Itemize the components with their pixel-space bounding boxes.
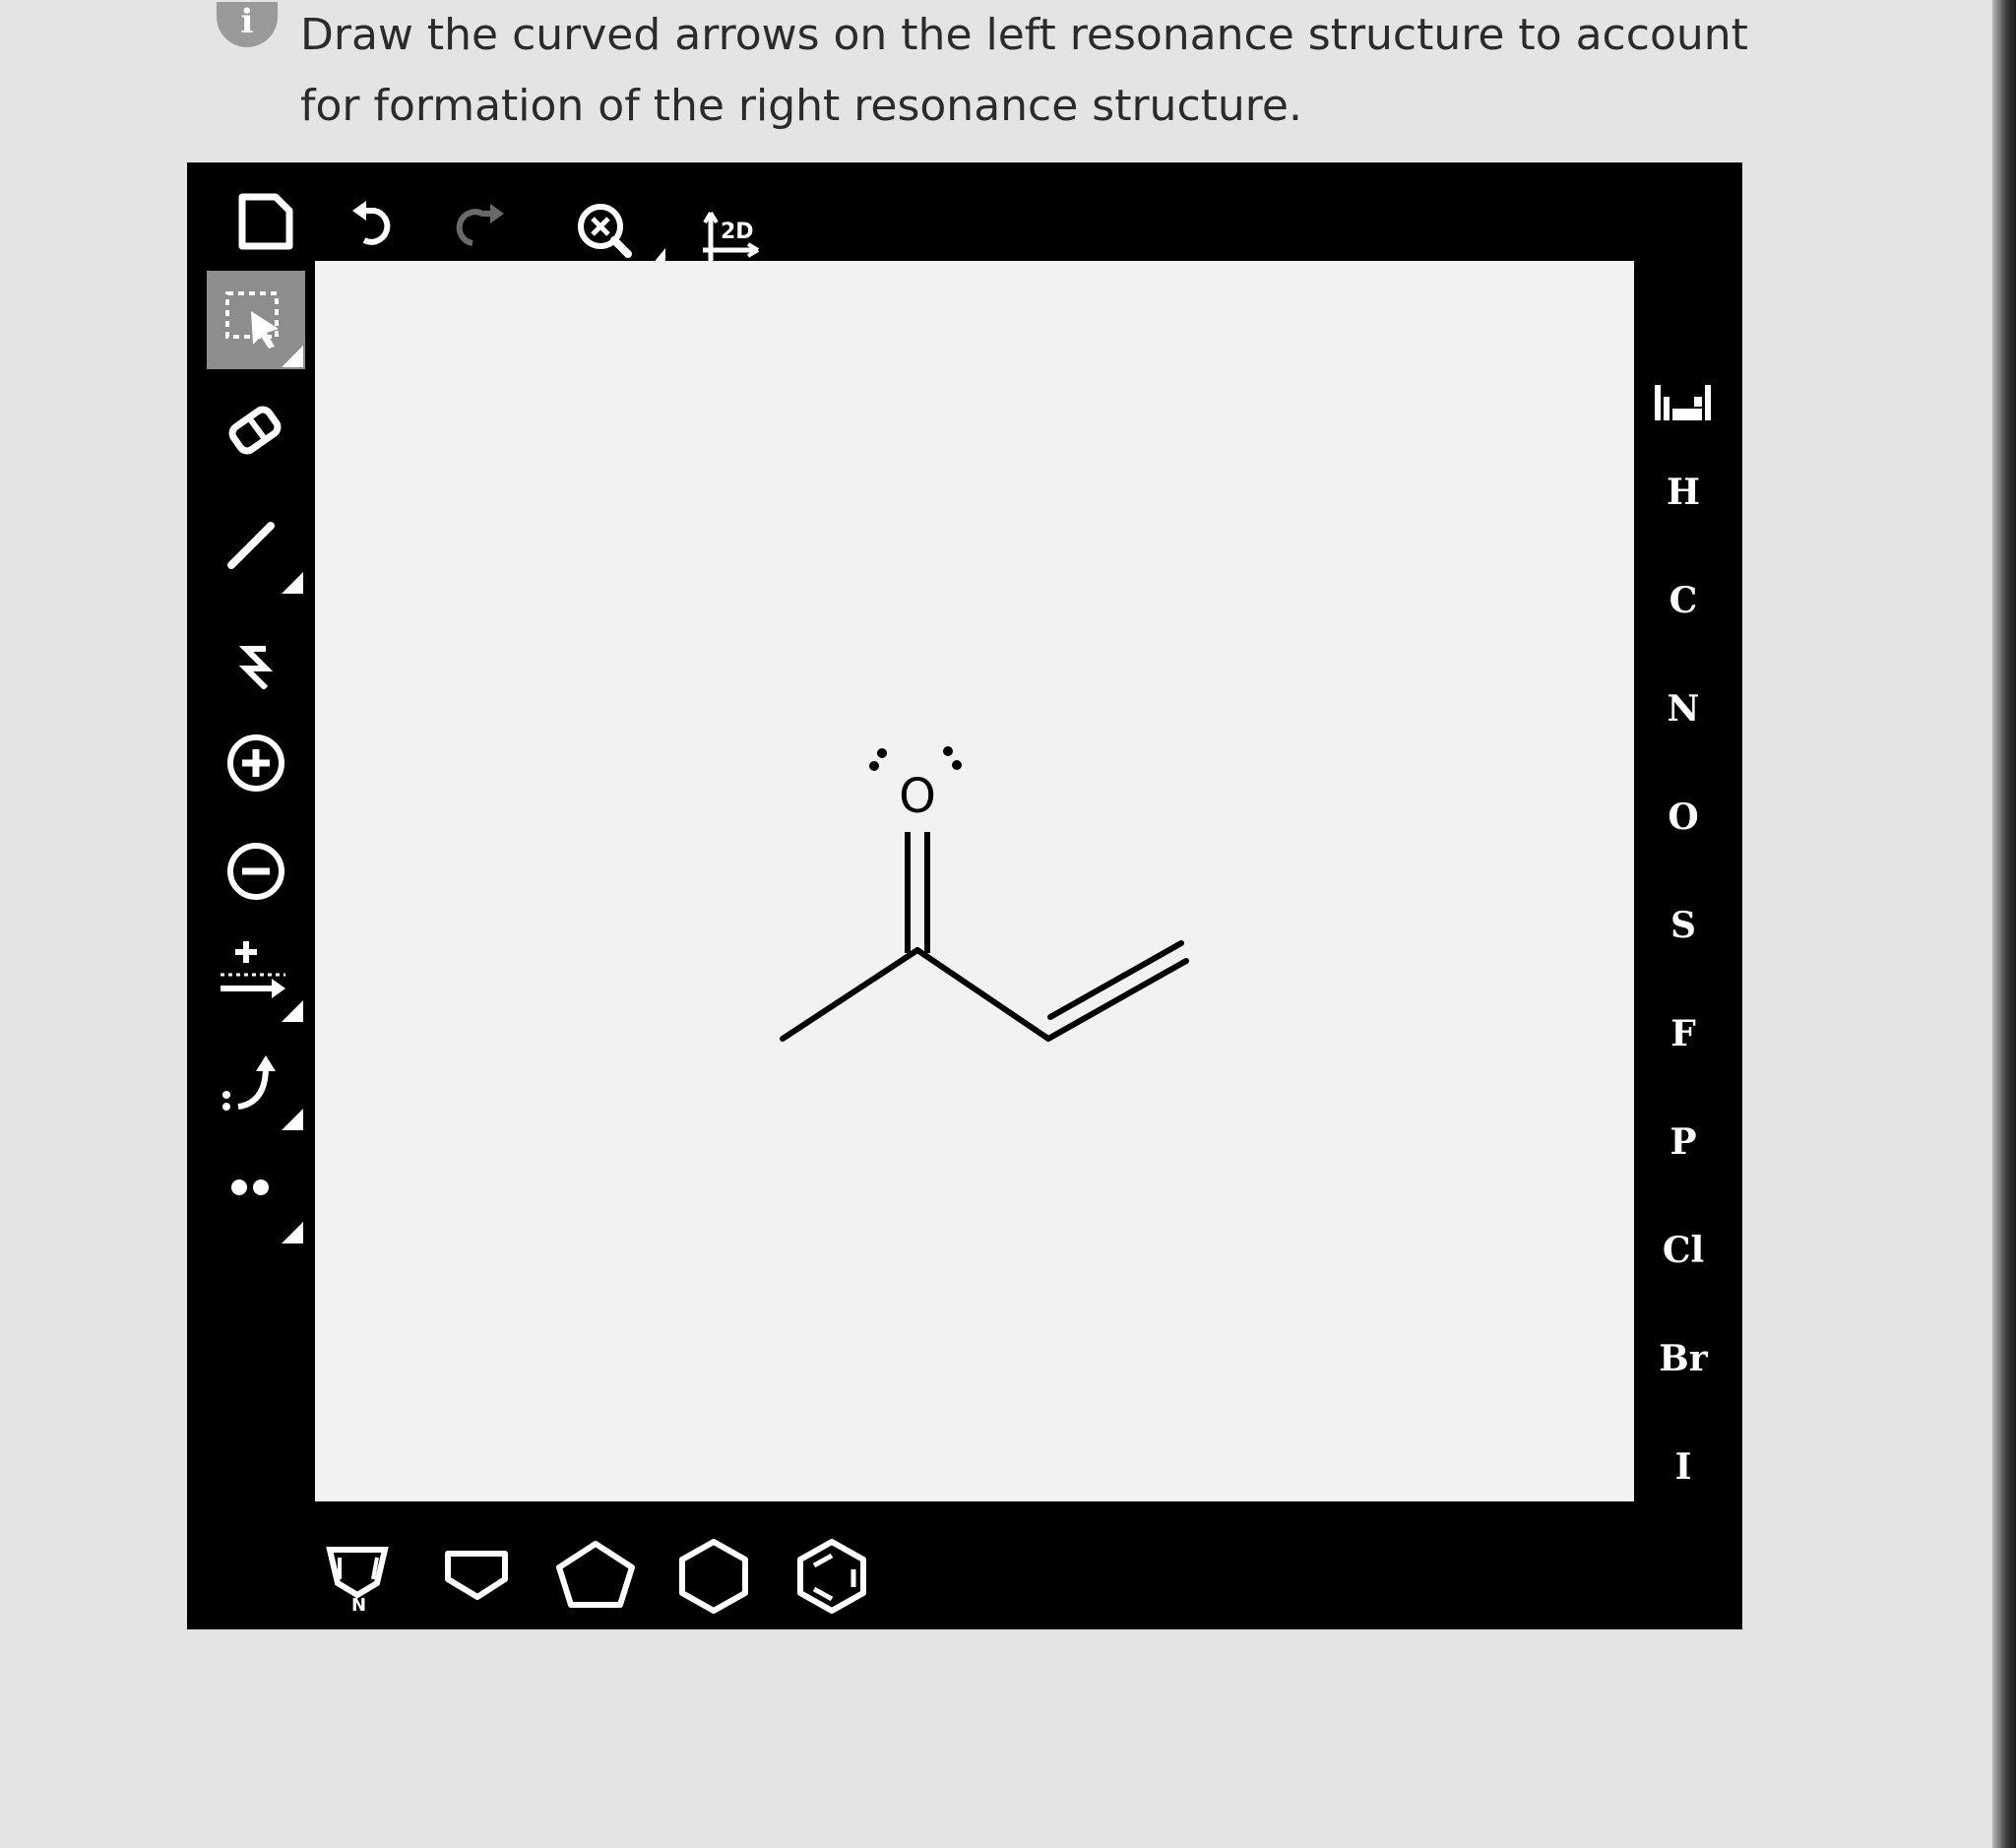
- negative-charge-icon[interactable]: [207, 822, 305, 921]
- bond-icon[interactable]: [207, 497, 305, 596]
- element-I-button[interactable]: I: [1644, 1423, 1723, 1511]
- molecule-structure: O: [780, 746, 1189, 1042]
- structure-editor: 2D O H C N O S F P Cl Br I N: [187, 162, 1742, 1629]
- question-line-1: Draw the curved arrows on the left reson…: [300, 10, 1748, 60]
- undo-icon[interactable]: [335, 187, 413, 266]
- screen-edge: [1992, 0, 2016, 1848]
- element-P-button[interactable]: P: [1644, 1098, 1723, 1186]
- benzene-icon[interactable]: [788, 1531, 876, 1620]
- question-line-2: for formation of the right resonance str…: [300, 81, 1302, 131]
- positive-charge-icon[interactable]: [207, 714, 305, 812]
- curved-arrow-icon[interactable]: [207, 1034, 305, 1132]
- element-S-button[interactable]: S: [1644, 881, 1723, 970]
- chain-icon[interactable]: [207, 605, 305, 704]
- svg-text:N: N: [351, 1595, 366, 1615]
- select-tool[interactable]: [207, 271, 305, 369]
- element-H-button[interactable]: H: [1644, 448, 1723, 537]
- periodic-table-icon[interactable]: [1646, 364, 1725, 443]
- eraser-icon[interactable]: [207, 384, 305, 482]
- lone-pair-dot: [877, 748, 887, 758]
- redo-icon[interactable]: [443, 190, 522, 269]
- oxygen-atom: O: [899, 769, 936, 824]
- cyclobutane-icon[interactable]: [433, 1531, 522, 1620]
- info-icon: i: [217, 2, 278, 47]
- clean-2d-label: 2D: [721, 220, 754, 244]
- lone-pair-dot: [952, 760, 962, 770]
- element-C-button[interactable]: C: [1644, 556, 1723, 645]
- reaction-arrow-icon[interactable]: [207, 925, 305, 1024]
- lone-pair-icon[interactable]: [207, 1147, 305, 1245]
- element-F-button[interactable]: F: [1644, 989, 1723, 1078]
- lone-pair-dot: [869, 761, 879, 771]
- drawing-canvas[interactable]: O: [315, 261, 1634, 1501]
- element-Cl-button[interactable]: Cl: [1644, 1206, 1723, 1295]
- element-Br-button[interactable]: Br: [1644, 1314, 1723, 1403]
- element-N-button[interactable]: N: [1644, 665, 1723, 753]
- element-O-button[interactable]: O: [1644, 773, 1723, 861]
- cyclopentane-icon[interactable]: [551, 1531, 640, 1620]
- cyclohexane-icon[interactable]: [669, 1531, 758, 1620]
- new-document-icon[interactable]: [226, 182, 305, 261]
- lone-pair-dot: [943, 746, 953, 756]
- question-text: Draw the curved arrows on the left reson…: [300, 0, 1748, 142]
- pyrrole-icon[interactable]: N: [315, 1531, 404, 1620]
